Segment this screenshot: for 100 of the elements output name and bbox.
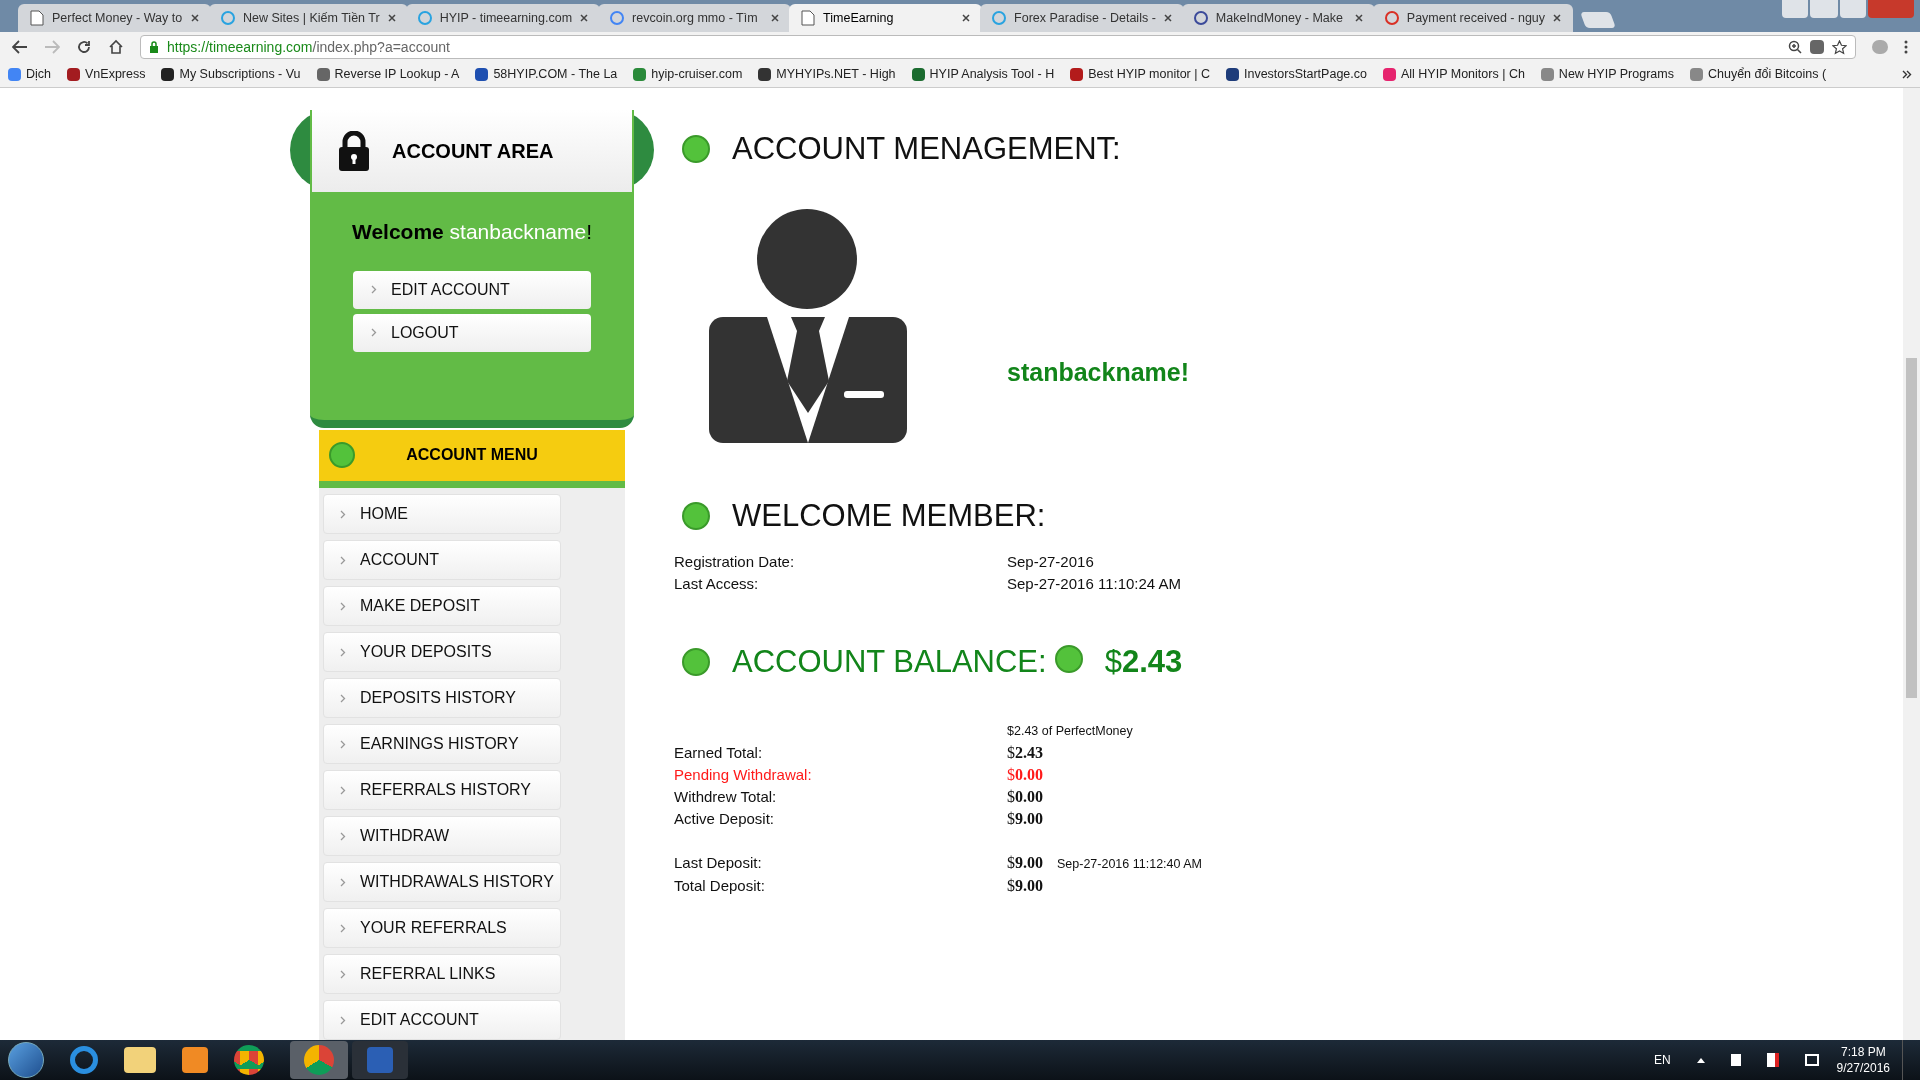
row-value: $9.00 — [1007, 853, 1043, 874]
tab-title: Forex Paradise - Details - — [1014, 9, 1156, 27]
account-button[interactable]: EDIT ACCOUNT — [353, 270, 591, 309]
row-label: Pending Withdrawal: — [674, 765, 813, 786]
site-icon — [417, 11, 432, 25]
menu-item[interactable]: REFERRAL LINKS — [323, 954, 561, 994]
menu-item[interactable]: YOUR REFERRALS — [323, 908, 561, 948]
bookmark-icon — [316, 68, 330, 81]
bullet-icon — [682, 501, 710, 530]
url-text: https://timeearning.com/index.php?a=account — [167, 37, 450, 57]
menu-item[interactable]: MAKE DEPOSIT — [323, 586, 561, 626]
start-button[interactable] — [8, 1042, 44, 1078]
welcome-text: Welcome stanbackname! — [351, 219, 593, 245]
clock-date[interactable]: 9/27/2016 — [1836, 1060, 1890, 1076]
scrollbar[interactable] — [1903, 88, 1920, 1040]
browser-tab[interactable]: Forex Paradise - Details - — [980, 4, 1184, 32]
show-hidden-icon[interactable] — [1696, 1057, 1705, 1063]
row-label: Last Deposit: — [674, 853, 763, 874]
menu-item[interactable]: HOME — [323, 494, 561, 534]
menu-item[interactable]: EDIT ACCOUNT — [323, 1000, 561, 1040]
bookmark-icon — [67, 68, 80, 81]
browser-icon[interactable] — [70, 1046, 98, 1074]
menu-item[interactable]: DEPOSITS HISTORY — [323, 678, 561, 718]
bookmark[interactable]: hyip-cruiser.com — [633, 65, 743, 84]
close-icon[interactable] — [191, 14, 199, 22]
bookmark[interactable]: VnExpress — [67, 65, 146, 84]
home-icon[interactable] — [108, 39, 124, 55]
browser-tab[interactable]: revcoin.org mmo - Tìm — [598, 4, 792, 32]
bookmark[interactable]: All HYIP Monitors | Ch — [1382, 65, 1525, 84]
site-icon — [1193, 11, 1208, 25]
tab-title: New Sites | Kiếm Tiền Tr — [243, 9, 380, 27]
page-icon — [801, 10, 816, 26]
back-icon[interactable] — [12, 40, 28, 54]
bookmark[interactable]: InvestorsStartPage.co — [1226, 65, 1367, 84]
scrollbar-thumb[interactable] — [1906, 358, 1917, 698]
close-icon[interactable] — [962, 14, 971, 22]
close-icon[interactable] — [387, 14, 396, 22]
menu-item[interactable]: EARNINGS HISTORY — [323, 724, 561, 764]
row-label: Active Deposit: — [674, 809, 776, 830]
browser-tab[interactable]: MakeIndMoney - Make — [1181, 4, 1375, 32]
row-value: $0.00 — [1007, 787, 1043, 808]
browser-tab[interactable]: TimeEarning — [789, 4, 983, 32]
menu-icon[interactable] — [1904, 40, 1908, 54]
close-icon[interactable] — [580, 14, 589, 22]
reload-icon[interactable] — [76, 39, 92, 55]
row-label: Total Deposit: — [674, 876, 766, 897]
bookmark-icon — [475, 68, 489, 81]
bookmark[interactable]: HYIP Analysis Tool - H — [911, 65, 1055, 84]
row-value: $9.00 — [1007, 809, 1043, 830]
site-icon — [1384, 11, 1399, 25]
star-icon[interactable] — [1832, 39, 1847, 55]
browser-tab[interactable]: Perfect Money - Way to — [18, 4, 211, 32]
close-icon[interactable] — [1553, 14, 1562, 22]
tab-title: TimeEarning — [823, 9, 895, 27]
balance-source: $2.43 of PerfectMoney — [1007, 722, 1134, 740]
menu-item[interactable]: WITHDRAW — [323, 816, 561, 856]
page-icon — [30, 10, 44, 26]
address-bar[interactable]: https://timeearning.com/index.php?a=account — [140, 35, 1856, 59]
bookmark[interactable]: Reverse IP Lookup - A — [316, 65, 460, 84]
browser-tab[interactable]: HYIP - timeearning.com — [405, 4, 601, 32]
bullet-icon — [682, 648, 710, 677]
account-button[interactable]: LOGOUT — [353, 313, 591, 352]
bookmark[interactable]: MYHYIPs.NET - High — [758, 65, 896, 84]
more-bookmarks-icon[interactable] — [1902, 70, 1912, 79]
site-icon — [221, 11, 235, 25]
chevron-icon — [340, 923, 346, 933]
clock-time[interactable]: 7:18 PM — [1840, 1044, 1886, 1060]
close-icon[interactable] — [1354, 14, 1363, 22]
chevron-icon — [340, 969, 346, 979]
section-title: WELCOME MEMBER: — [732, 496, 1046, 535]
tab-title: Perfect Money - Way to — [52, 9, 183, 27]
close-icon[interactable] — [1163, 14, 1172, 22]
row-value: $0.00 — [1007, 765, 1043, 786]
bookmark[interactable]: Best HYIP monitor | C — [1070, 65, 1210, 84]
lock-icon — [149, 41, 159, 53]
menu-item[interactable]: ACCOUNT — [323, 540, 561, 580]
menu-item[interactable]: REFERRALS HISTORY — [323, 770, 561, 810]
zoom-icon[interactable] — [1788, 40, 1802, 54]
new-tab-button[interactable] — [1580, 12, 1616, 28]
tab-title: Payment received - nguy — [1406, 9, 1546, 27]
browser-tab[interactable]: Payment received - nguy — [1372, 4, 1574, 32]
menu-item[interactable]: WITHDRAWALS HISTORY — [323, 862, 561, 902]
browser-tab[interactable]: New Sites | Kiếm Tiền Tr — [209, 4, 408, 32]
bookmark[interactable]: New HYIP Programs — [1540, 65, 1674, 84]
language-indicator[interactable]: EN — [1653, 1051, 1671, 1069]
bookmark[interactable]: 58HYIP.COM - The La — [475, 65, 618, 84]
user-avatar-icon — [709, 208, 907, 443]
chevron-icon — [340, 1015, 346, 1025]
bookmark[interactable]: Dịch — [8, 65, 51, 84]
row-label: Withdrew Total: — [674, 787, 778, 808]
section-title: ACCOUNT BALANCE: — [732, 643, 1047, 681]
bookmark-icon — [1382, 68, 1396, 81]
chevron-icon — [340, 601, 346, 611]
bookmark[interactable]: Chuyển đổi Bitcoins ( — [1689, 65, 1827, 84]
bookmark-icon — [1070, 68, 1084, 81]
bookmark[interactable]: My Subscriptions - Vu — [161, 65, 301, 84]
close-icon[interactable] — [771, 14, 780, 22]
menu-item[interactable]: YOUR DEPOSITS — [323, 632, 561, 672]
chevron-icon — [340, 877, 346, 887]
bullet-icon — [1054, 644, 1083, 673]
